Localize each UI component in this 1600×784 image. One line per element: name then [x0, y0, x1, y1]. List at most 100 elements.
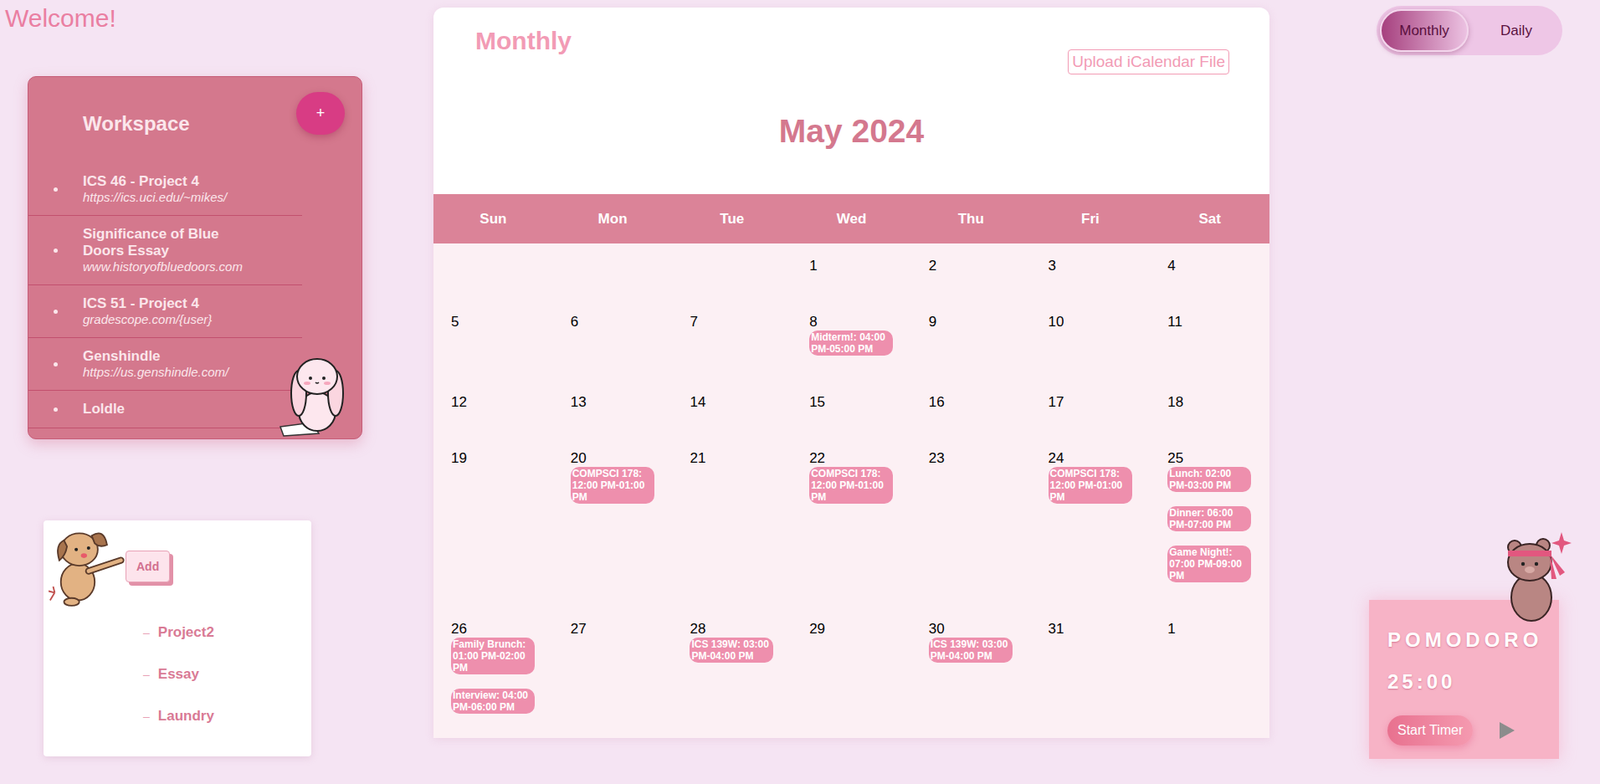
day-number [570, 257, 667, 275]
pomodoro-card: POMODORO25:00Start Timer [1369, 600, 1559, 759]
day-cell[interactable]: 5 [433, 299, 554, 380]
workspace-item[interactable]: Significance of Blue Doors Essaywww.hist… [28, 215, 303, 286]
weekday: Thu [911, 210, 1031, 228]
workspace-item-text: Genshindlehttps://us.genshindle.com/ [82, 348, 247, 380]
day-cell[interactable]: 31 [1030, 606, 1151, 739]
workspace-item-title: Significance of Blue Doors Essay [82, 225, 247, 260]
day-cell[interactable]: 12 [433, 379, 554, 436]
day-cell[interactable]: 3 [1030, 243, 1151, 300]
day-number: 1 [809, 257, 905, 275]
weekday: Wed [791, 210, 912, 228]
day-cell[interactable]: 24COMPSCI 178: 12:00 PM-01:00 PM [1030, 435, 1151, 607]
workspace-item-text: Loldle [82, 400, 247, 418]
day-cell[interactable]: 27 [553, 606, 673, 739]
day-cell[interactable] [553, 243, 673, 300]
calendar-event[interactable]: Family Brunch: 01:00 PM-02:00 PM [451, 637, 535, 675]
workspace-item-title: ICS 51 - Project 4 [82, 295, 247, 313]
day-number: 20 [570, 450, 667, 467]
day-cell[interactable]: 4 [1149, 243, 1270, 300]
day-number: 8 [809, 313, 905, 331]
calendar-grid: 12345678Midterm!: 04:00 PM-05:00 PM91011… [433, 243, 1270, 739]
calendar-event[interactable]: ICS 139W: 03:00 PM-04:00 PM [689, 637, 774, 663]
day-cell[interactable]: 16 [911, 379, 1031, 436]
day-number: 16 [928, 394, 1025, 411]
day-cell[interactable]: 29 [791, 606, 912, 739]
calendar-event[interactable]: COMPSCI 178: 12:00 PM-01:00 PM [1048, 466, 1133, 504]
day-number: 23 [928, 450, 1025, 467]
day-cell[interactable]: 26Family Brunch: 01:00 PM-02:00 PMInterv… [433, 606, 554, 739]
todo-marker: – [143, 667, 150, 682]
day-cell[interactable]: 28ICS 139W: 03:00 PM-04:00 PM [671, 606, 792, 739]
day-cell[interactable]: 6 [553, 299, 673, 380]
workspace-item-url[interactable]: www.historyofbluedoors.com [82, 259, 247, 275]
left-column: Welcome!Workspace+ICS 46 - Project 4http… [0, 0, 434, 757]
calendar-title: Monthly [475, 25, 572, 57]
day-cell[interactable] [433, 243, 554, 300]
calendar-event[interactable]: ICS 139W: 03:00 PM-04:00 PM [928, 637, 1013, 663]
workspace-item[interactable]: Loldle [28, 390, 303, 429]
day-number: 1 [1167, 620, 1263, 638]
workspace-item[interactable]: Genshindlehttps://us.genshindle.com/ [28, 338, 303, 391]
day-cell[interactable]: 13 [553, 379, 673, 436]
day-number: 21 [689, 450, 785, 467]
day-cell[interactable]: 14 [671, 379, 792, 436]
day-number: 27 [570, 620, 667, 638]
calendar-event[interactable]: Game Night!: 07:00 PM-09:00 PM [1167, 545, 1252, 583]
day-cell[interactable]: 1 [1149, 606, 1270, 739]
calendar-event[interactable]: COMPSCI 178: 12:00 PM-01:00 PM [809, 466, 893, 504]
workspace-item-text: ICS 51 - Project 4gradescope.com/{user} [82, 295, 247, 328]
day-cell[interactable]: 8Midterm!: 04:00 PM-05:00 PM [791, 299, 912, 380]
day-cell[interactable]: 17 [1030, 379, 1151, 436]
calendar-event[interactable]: Lunch: 02:00 PM-03:00 PM [1167, 466, 1252, 493]
day-cell[interactable] [671, 243, 792, 300]
day-cell[interactable]: 20COMPSCI 178: 12:00 PM-01:00 PM [553, 435, 673, 607]
bunny-icon [273, 353, 358, 437]
day-cell[interactable]: 10 [1030, 299, 1151, 380]
calendar-event[interactable]: Midterm!: 04:00 PM-05:00 PM [809, 330, 893, 356]
workspace-item[interactable]: ICS 46 - Project 4https://ics.uci.edu/~m… [28, 163, 303, 216]
day-cell[interactable]: 7 [671, 299, 792, 380]
workspace-header: Workspace+ [28, 76, 362, 149]
page: Welcome!Workspace+ICS 46 - Project 4http… [0, 0, 1600, 784]
day-cell[interactable]: 23 [911, 435, 1031, 607]
day-cell[interactable]: 22COMPSCI 178: 12:00 PM-01:00 PM [791, 435, 912, 607]
workspace-item-url[interactable]: https://ics.uci.edu/~mikes/ [82, 189, 247, 206]
play-icon[interactable] [1497, 720, 1517, 741]
todo-item[interactable]: –Laundry [143, 695, 312, 738]
weekday: Sun [433, 210, 554, 228]
day-number: 14 [689, 394, 785, 411]
calendar-event[interactable]: COMPSCI 178: 12:00 PM-01:00 PM [570, 466, 655, 504]
right-column: MonthlyDaily POMODORO25:00Start Timer [1269, 0, 1600, 784]
day-number: 19 [451, 450, 547, 467]
view-toggle-option[interactable]: Monthly [1379, 9, 1469, 52]
workspace-item-url[interactable]: https://us.genshindle.com/ [82, 364, 247, 380]
bullet-icon [53, 407, 58, 412]
month-title: May 2024 [433, 111, 1270, 151]
day-cell[interactable]: 9 [911, 299, 1031, 380]
start-timer-button[interactable]: Start Timer [1387, 715, 1473, 746]
day-cell[interactable]: 15 [791, 379, 912, 436]
view-toggle-option[interactable]: Daily [1473, 9, 1559, 52]
workspace-item-text: Significance of Blue Doors Essaywww.hist… [82, 225, 247, 275]
day-number: 18 [1167, 394, 1263, 411]
todo-add-button[interactable]: Add [125, 550, 170, 583]
day-cell[interactable]: 11 [1149, 299, 1270, 380]
todo-item[interactable]: –Essay [143, 653, 312, 696]
todo-card: Add –Project2–Essay–Laundry [43, 520, 312, 757]
todo-item[interactable]: –Project2 [143, 611, 312, 654]
day-cell[interactable]: 19 [433, 435, 554, 607]
workspace-add-button[interactable]: + [296, 92, 345, 135]
workspace-item-url[interactable]: gradescope.com/{user} [82, 312, 247, 328]
day-cell[interactable]: 30ICS 139W: 03:00 PM-04:00 PM [911, 606, 1031, 739]
calendar-event[interactable]: Dinner: 06:00 PM-07:00 PM [1167, 506, 1252, 532]
calendar-event[interactable]: Interview: 04:00 PM-06:00 PM [451, 688, 535, 714]
day-cell[interactable]: 1 [791, 243, 912, 300]
day-cell[interactable]: 2 [911, 243, 1031, 300]
day-number: 17 [1048, 394, 1144, 411]
day-cell[interactable]: 21 [671, 435, 792, 607]
day-cell[interactable]: 25Lunch: 02:00 PM-03:00 PMDinner: 06:00 … [1149, 435, 1270, 607]
workspace-item[interactable]: ICS 51 - Project 4gradescope.com/{user} [28, 285, 303, 339]
day-cell[interactable]: 18 [1149, 379, 1270, 436]
upload-button[interactable]: Upload iCalendar File [1067, 49, 1230, 75]
day-number: 5 [451, 313, 547, 331]
